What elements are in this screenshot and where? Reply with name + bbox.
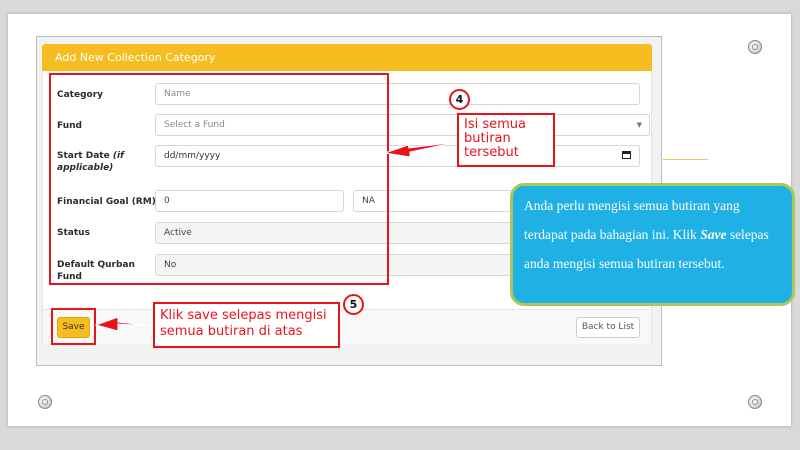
- step-5-line2: semua butiran di atas: [160, 324, 303, 339]
- step-4-line3: tersebut: [464, 145, 519, 160]
- step-4-callout: Isi semua butiran tersebut: [457, 113, 555, 167]
- chevron-down-icon: ▼: [636, 121, 642, 129]
- step-4-line2: butiran: [464, 131, 511, 146]
- step-4-line1: Isi semua: [464, 117, 526, 132]
- screw-top-right-icon: [748, 40, 762, 54]
- note-text-bold: Save: [700, 227, 727, 242]
- decorative-line: [663, 159, 708, 160]
- save-highlight-box: [51, 308, 96, 345]
- form-footer: [43, 309, 651, 344]
- step-5-callout: Klik save selepas mengisi semua butiran …: [153, 302, 340, 348]
- form-header-title: Add New Collection Category: [42, 44, 652, 71]
- form-fields-highlight-box: [49, 73, 389, 285]
- screw-bottom-right-icon: [748, 395, 762, 409]
- instruction-note: Anda perlu mengisi semua butiran yang te…: [510, 183, 795, 306]
- screw-bottom-left-icon: [38, 395, 52, 409]
- step-5-badge: 5: [343, 294, 364, 315]
- calendar-icon[interactable]: [622, 151, 631, 159]
- back-to-list-button[interactable]: Back to List: [576, 317, 640, 338]
- step-5-line1: Klik save selepas mengisi: [160, 308, 327, 323]
- step-4-badge: 4: [449, 89, 470, 110]
